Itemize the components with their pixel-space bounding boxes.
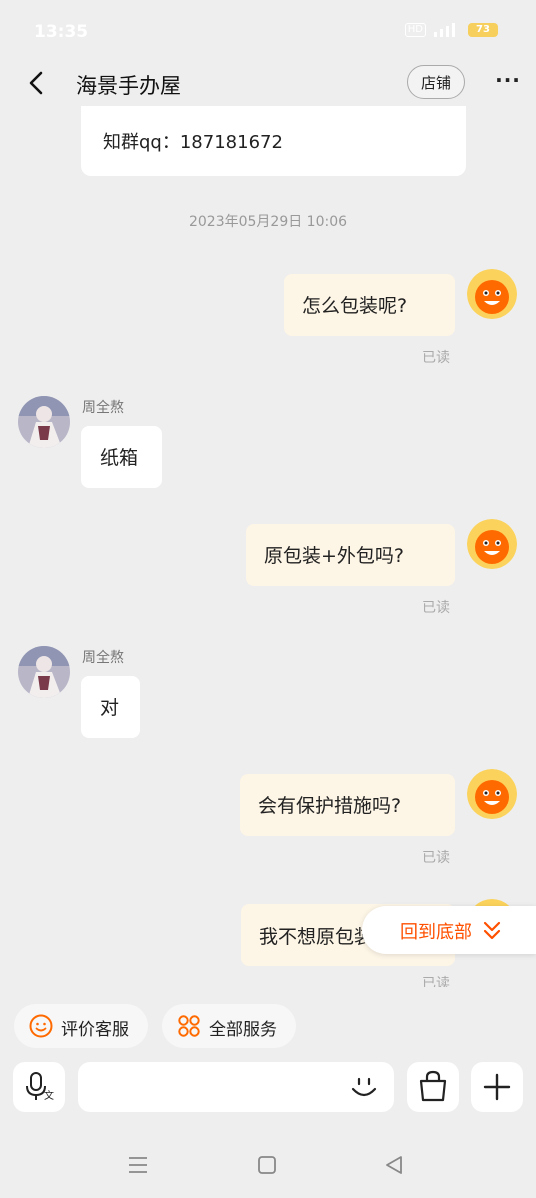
signal-icon <box>434 23 455 37</box>
shopping-bag-icon <box>419 1070 447 1102</box>
message-input[interactable] <box>78 1062 394 1112</box>
back-nav-icon[interactable] <box>384 1154 404 1176</box>
sender-name: 周全熬 <box>82 400 124 416</box>
smile-icon[interactable] <box>348 1071 380 1103</box>
agent-photo-icon <box>18 646 70 698</box>
outgoing-message[interactable]: 原包装+外包吗? <box>246 524 455 586</box>
status-bar: 13:35 HD 73 <box>0 0 536 60</box>
message-text: 怎么包装呢? <box>302 295 408 317</box>
mic-translate-icon: 文 <box>26 1072 54 1102</box>
user-avatar[interactable] <box>467 769 517 819</box>
system-nav-bar <box>0 1136 536 1198</box>
home-icon[interactable] <box>257 1155 277 1175</box>
previous-message-text: 知群qq：187181672 <box>103 132 283 153</box>
agent-avatar[interactable] <box>18 646 70 698</box>
double-chevron-down-icon <box>483 921 501 940</box>
back-to-bottom-label: 回到底部 <box>400 922 472 943</box>
rate-service-label: 评价客服 <box>61 1020 129 1040</box>
status-time: 13:35 <box>34 22 89 42</box>
message-text: 原包装+外包吗? <box>264 545 405 567</box>
plus-icon <box>483 1073 511 1101</box>
read-receipt: 已读 <box>422 976 450 987</box>
message-text: 对 <box>100 697 120 719</box>
incoming-message[interactable]: 纸箱 <box>81 426 162 488</box>
back-icon[interactable] <box>22 68 52 98</box>
read-receipt: 已读 <box>422 600 450 616</box>
mascot-avatar-icon <box>467 269 517 319</box>
svg-text:文: 文 <box>44 1089 54 1102</box>
voice-input-button[interactable]: 文 <box>13 1062 65 1112</box>
status-icons: HD 73 <box>404 22 498 38</box>
shopping-bag-button[interactable] <box>407 1062 459 1112</box>
mascot-avatar-icon <box>467 519 517 569</box>
chat-title: 海景手办屋 <box>76 74 181 98</box>
chat-header: 海景手办屋 店铺 ··· <box>0 60 536 106</box>
message-text: 会有保护措施吗? <box>258 795 402 817</box>
read-receipt: 已读 <box>422 850 450 866</box>
mascot-avatar-icon <box>467 769 517 819</box>
agent-avatar[interactable] <box>18 396 70 448</box>
previous-message-card: 知群qq：187181672 <box>81 106 466 176</box>
all-services-label: 全部服务 <box>209 1020 277 1040</box>
outgoing-message[interactable]: 怎么包装呢? <box>284 274 455 336</box>
user-avatar[interactable] <box>467 269 517 319</box>
hd-badge: HD <box>404 23 426 37</box>
menu-icon[interactable] <box>127 1154 149 1176</box>
agent-photo-icon <box>18 396 70 448</box>
message-timestamp: 2023年05月29日 10:06 <box>188 214 348 230</box>
back-to-bottom-button[interactable]: 回到底部 <box>362 906 536 954</box>
grid-services-icon <box>178 1015 200 1037</box>
read-receipt: 已读 <box>422 350 450 366</box>
plus-button[interactable] <box>471 1062 523 1112</box>
rate-service-button[interactable]: 评价客服 <box>14 1004 148 1048</box>
user-avatar[interactable] <box>467 519 517 569</box>
all-services-button[interactable]: 全部服务 <box>162 1004 296 1048</box>
outgoing-message[interactable]: 会有保护措施吗? <box>240 774 455 836</box>
incoming-message[interactable]: 对 <box>81 676 140 738</box>
sender-name: 周全熬 <box>82 650 124 666</box>
shop-button[interactable]: 店铺 <box>407 65 465 99</box>
message-text: 纸箱 <box>100 447 139 469</box>
smile-rating-icon <box>29 1014 53 1038</box>
more-options-button[interactable]: ··· <box>494 70 522 92</box>
battery-indicator: 73 <box>468 23 498 37</box>
